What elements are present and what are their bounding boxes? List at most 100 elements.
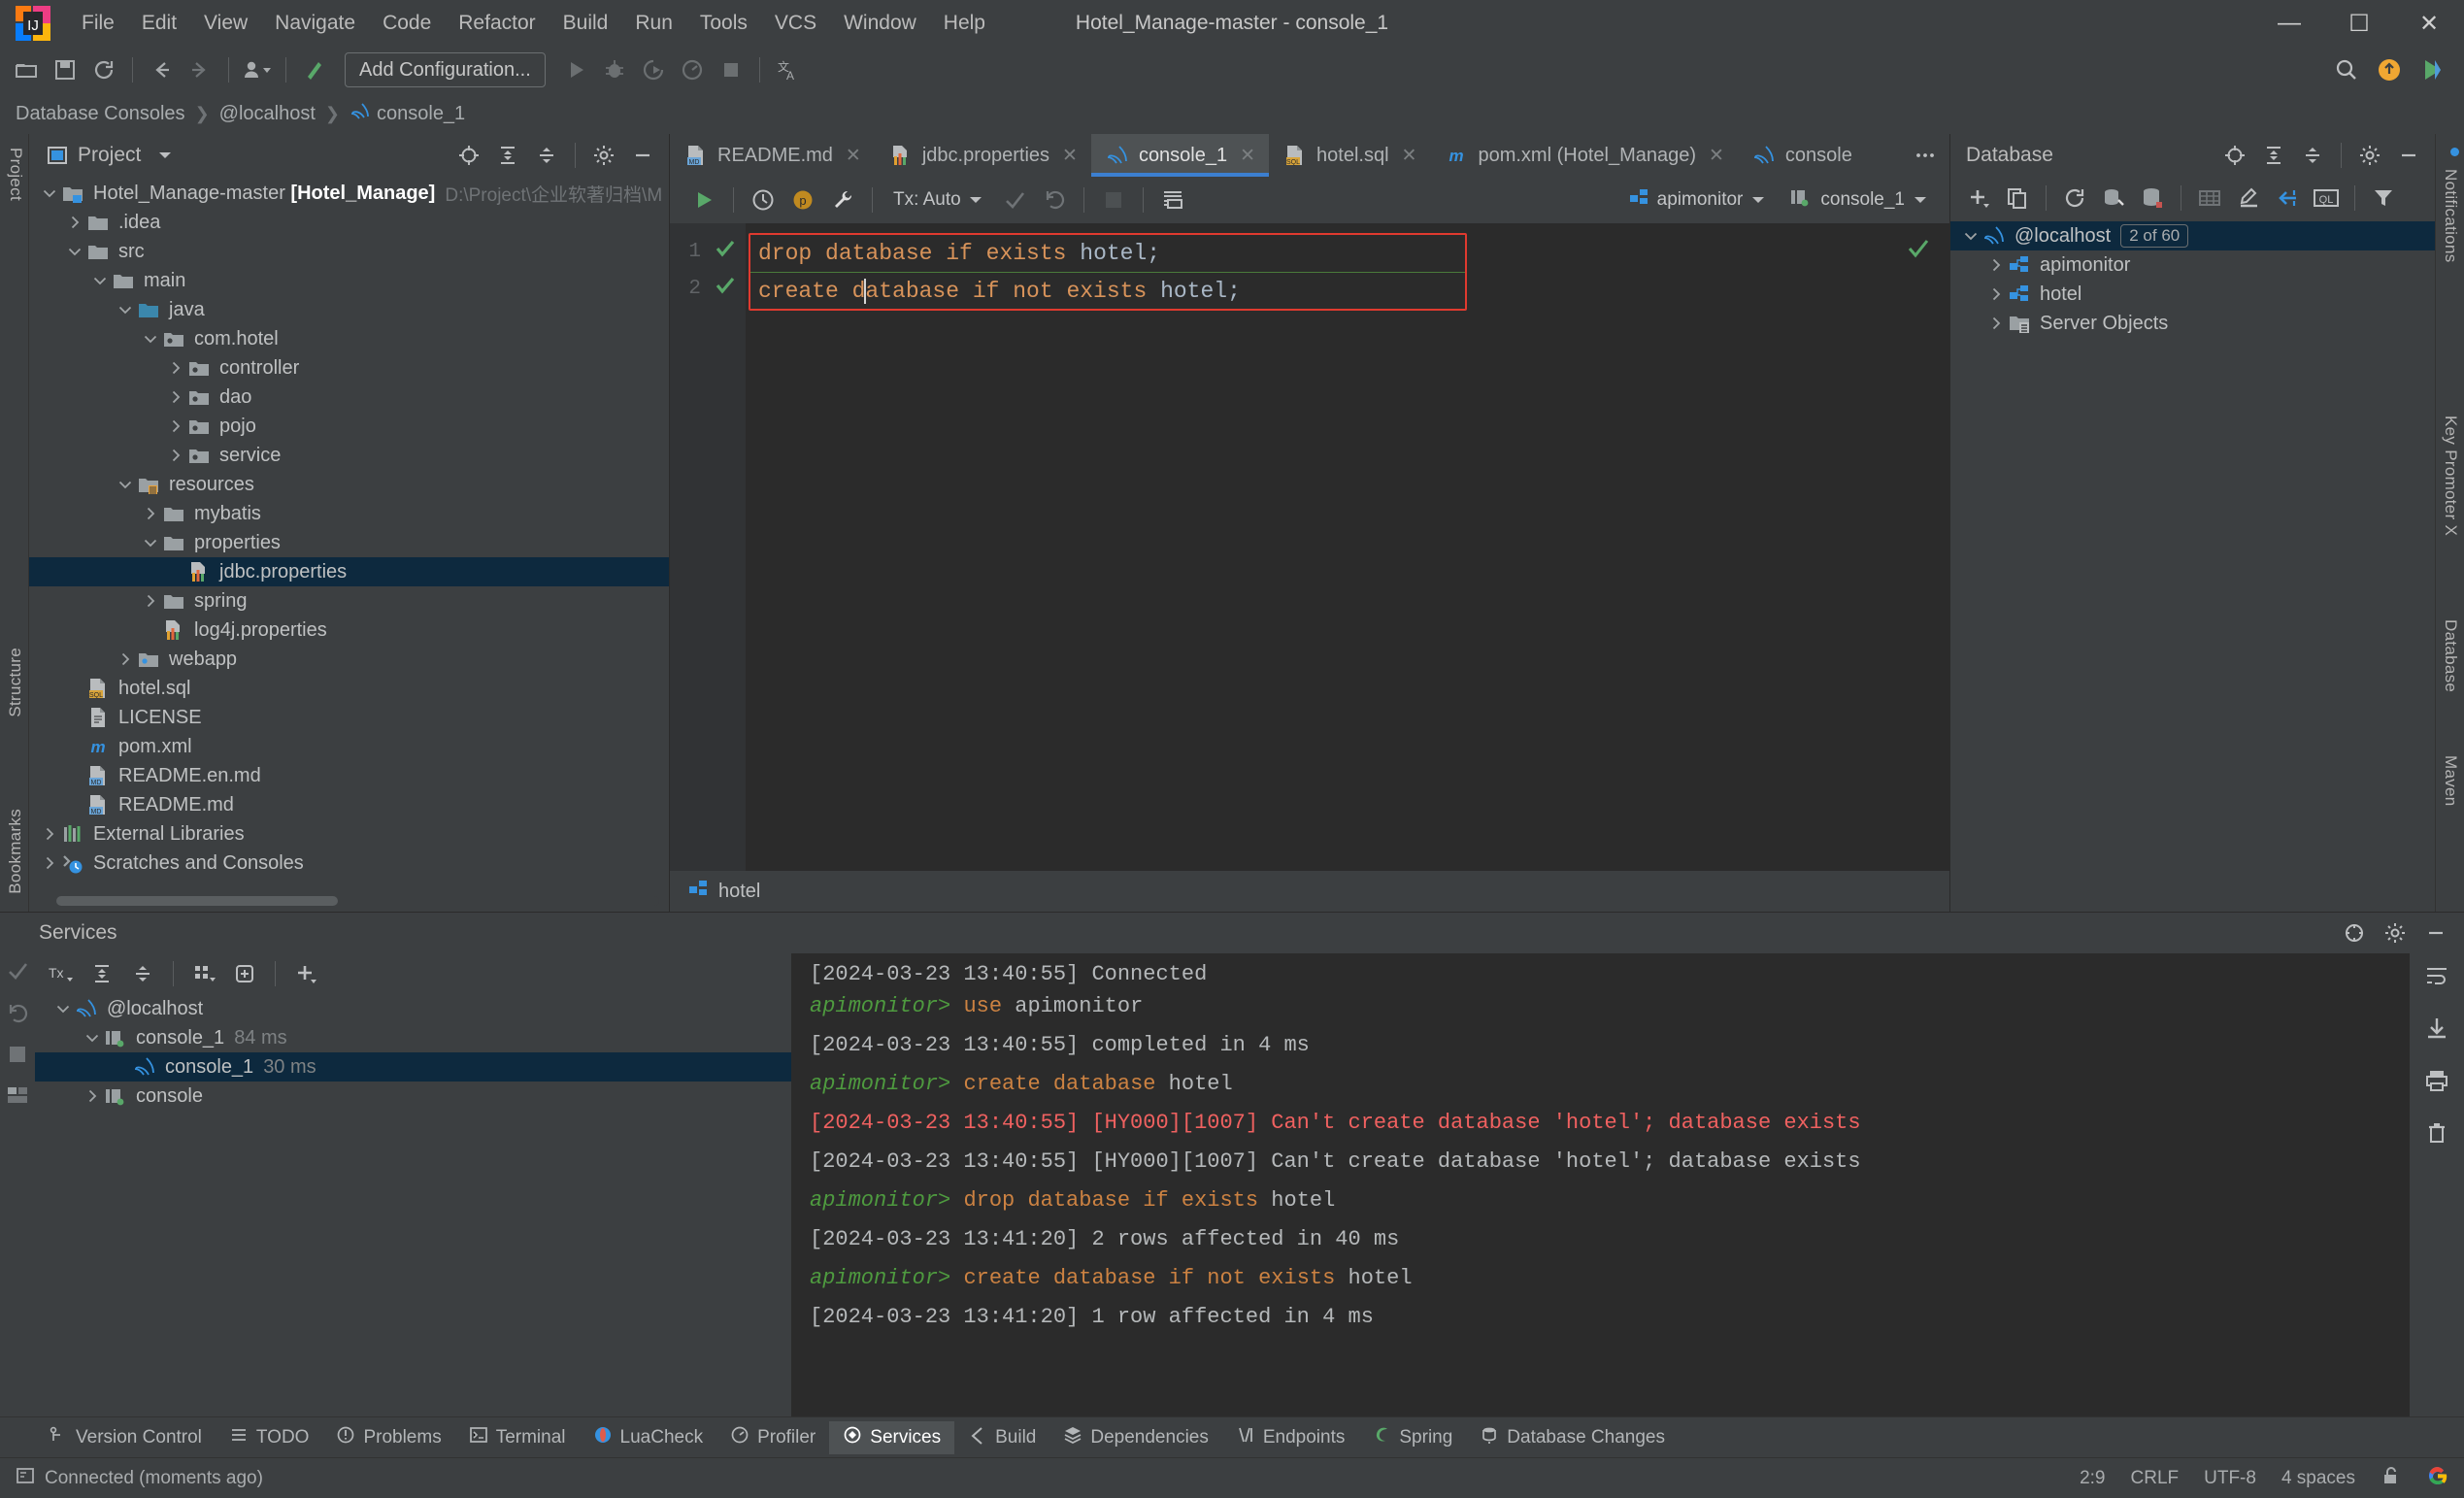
strip-button-bookmarks[interactable]: Bookmarks [6,809,25,894]
project-tree-row[interactable]: .idea [29,208,669,237]
database-tree[interactable]: @localhost 2 of 60 apimonitor hotel Server O… [1950,219,2435,912]
datasource-properties-icon[interactable] [2095,180,2132,216]
strip-button-maven[interactable]: Maven [2441,755,2460,807]
project-tree-row[interactable]: Hotel_Manage-master [Hotel_Manage] D:\Pro… [29,179,669,208]
schema-selector[interactable]: apimonitor [1618,183,1777,217]
run-icon[interactable] [685,182,722,218]
tool-window-button-services[interactable]: Services [829,1420,955,1454]
project-tree-row[interactable]: MD README.md [29,790,669,819]
rollback-icon[interactable] [1036,182,1073,218]
close-icon[interactable]: ✕ [1709,145,1724,167]
chevron-down-icon[interactable] [39,179,60,208]
settings-icon[interactable] [2351,137,2388,174]
stop-icon[interactable] [1095,182,1132,218]
tool-window-button-build[interactable]: Build [954,1421,1049,1454]
menu-item-edit[interactable]: Edit [128,8,190,39]
save-icon[interactable] [47,51,83,88]
tool-window-button-spring[interactable]: Spring [1358,1421,1466,1454]
menu-item-vcs[interactable]: VCS [761,8,830,39]
project-tree-row[interactable]: java [29,295,669,324]
project-tree-row[interactable]: SQL hotel.sql [29,674,669,703]
breadcrumb-localhost[interactable]: @localhost [219,103,316,125]
settings-gear-icon[interactable] [2336,915,2373,951]
maximize-button[interactable]: ☐ [2324,0,2394,47]
refresh-icon[interactable] [2056,180,2093,216]
close-icon[interactable]: ✕ [1062,145,1078,167]
menu-item-window[interactable]: Window [830,8,930,39]
close-icon[interactable]: ✕ [1402,145,1417,167]
project-horizontal-scrollbar[interactable] [56,896,659,906]
indent-setting[interactable]: 4 spaces [2281,1468,2355,1489]
group-icon[interactable] [185,955,222,992]
profile-icon[interactable] [674,51,711,88]
editor-tab-hotel-sql[interactable]: SQL hotel.sql ✕ [1269,134,1430,177]
minimize-button[interactable]: — [2254,0,2324,47]
services-tree-row[interactable]: console_1 30 ms [35,1052,791,1082]
tool-window-button-endpoints[interactable]: Endpoints [1222,1421,1359,1454]
project-tree-row[interactable]: service [29,441,669,470]
project-tree-row[interactable]: pojo [29,412,669,441]
code-line-2[interactable]: create d atabase if not exists hotel; [750,272,1465,309]
add-configuration-button[interactable]: Add Configuration... [345,52,546,87]
editor-tabs[interactable]: MD README.md ✕ jdbc.properties ✕ console_1 ✕ SQ… [670,134,1949,177]
open-folder-icon[interactable] [8,51,45,88]
run-icon[interactable] [557,51,594,88]
sync-db-icon[interactable] [2134,180,2171,216]
caret-position[interactable]: 2:9 [2080,1468,2105,1489]
chevron-right-icon[interactable] [165,353,186,383]
editor-tab-pom-xml-hotel-manage[interactable]: m pom.xml (Hotel_Manage) ✕ [1430,134,1737,177]
add-icon[interactable] [1960,180,1997,216]
commit-icon[interactable] [6,959,29,988]
project-tree-row[interactable]: Scratches and Consoles [29,849,669,878]
project-tree-row[interactable]: External Libraries [29,819,669,849]
project-tree-row[interactable]: log4j.properties [29,616,669,645]
menu-item-run[interactable]: Run [621,8,686,39]
back-arrow-icon[interactable] [143,51,180,88]
tool-window-button-luacheck[interactable]: LuaCheck [580,1421,717,1454]
strip-button-notifications[interactable]: Notifications [2441,169,2460,263]
commit-icon[interactable] [996,182,1033,218]
database-tree-row[interactable]: apimonitor [1950,250,2435,280]
print-icon[interactable] [2424,1068,2449,1099]
run-coverage-icon[interactable] [635,51,672,88]
layout-icon[interactable] [6,1083,29,1113]
chevron-right-icon[interactable] [64,208,85,237]
tool-window-button-terminal[interactable]: Terminal [455,1421,580,1454]
hide-icon[interactable] [2390,137,2427,174]
code-line-1[interactable]: drop database if exists hotel; [750,235,1465,272]
explain-plan-icon[interactable]: p [784,182,821,218]
table-icon[interactable] [2191,180,2228,216]
wrench-icon[interactable] [824,182,861,218]
inspection-ok-icon[interactable] [1907,237,1930,266]
sync-icon[interactable] [85,51,122,88]
settings-icon[interactable] [2377,915,2414,951]
chevron-right-icon[interactable] [39,849,60,878]
tool-window-button-todo[interactable]: TODO [216,1421,323,1454]
build-icon[interactable] [296,51,333,88]
chevron-down-icon[interactable] [52,994,74,1023]
ql-icon[interactable]: QL [2308,180,2345,216]
unlocked-icon[interactable] [2381,1465,2402,1492]
line-separator[interactable]: CRLF [2131,1468,2180,1489]
stop-icon[interactable] [713,51,749,88]
tool-window-bar[interactable]: Version Control TODO Problems Terminal LuaCh… [0,1416,2464,1457]
delete-icon[interactable] [2424,1120,2449,1151]
project-tree-row[interactable]: m pom.xml [29,732,669,761]
collapse-all-icon[interactable] [2294,137,2331,174]
chevron-right-icon[interactable] [1985,280,2007,309]
menu-item-tools[interactable]: Tools [686,8,761,39]
session-selector[interactable]: console_1 [1780,183,1938,217]
database-tree-row[interactable]: @localhost 2 of 60 [1950,221,2435,250]
project-tree-row[interactable]: resources [29,470,669,499]
chevron-right-icon[interactable] [165,383,186,412]
close-icon[interactable]: ✕ [846,145,861,167]
editor-tab-jdbc-properties[interactable]: jdbc.properties ✕ [875,134,1091,177]
menu-item-navigate[interactable]: Navigate [261,8,369,39]
project-tree-row[interactable]: main [29,266,669,295]
hide-icon[interactable] [624,137,661,174]
expand-all-icon[interactable] [489,137,526,174]
project-tree-row[interactable]: com.hotel [29,324,669,353]
breadcrumb-console[interactable]: console_1 [350,101,465,126]
chevron-right-icon[interactable] [165,441,186,470]
chevron-right-icon[interactable] [82,1082,103,1111]
